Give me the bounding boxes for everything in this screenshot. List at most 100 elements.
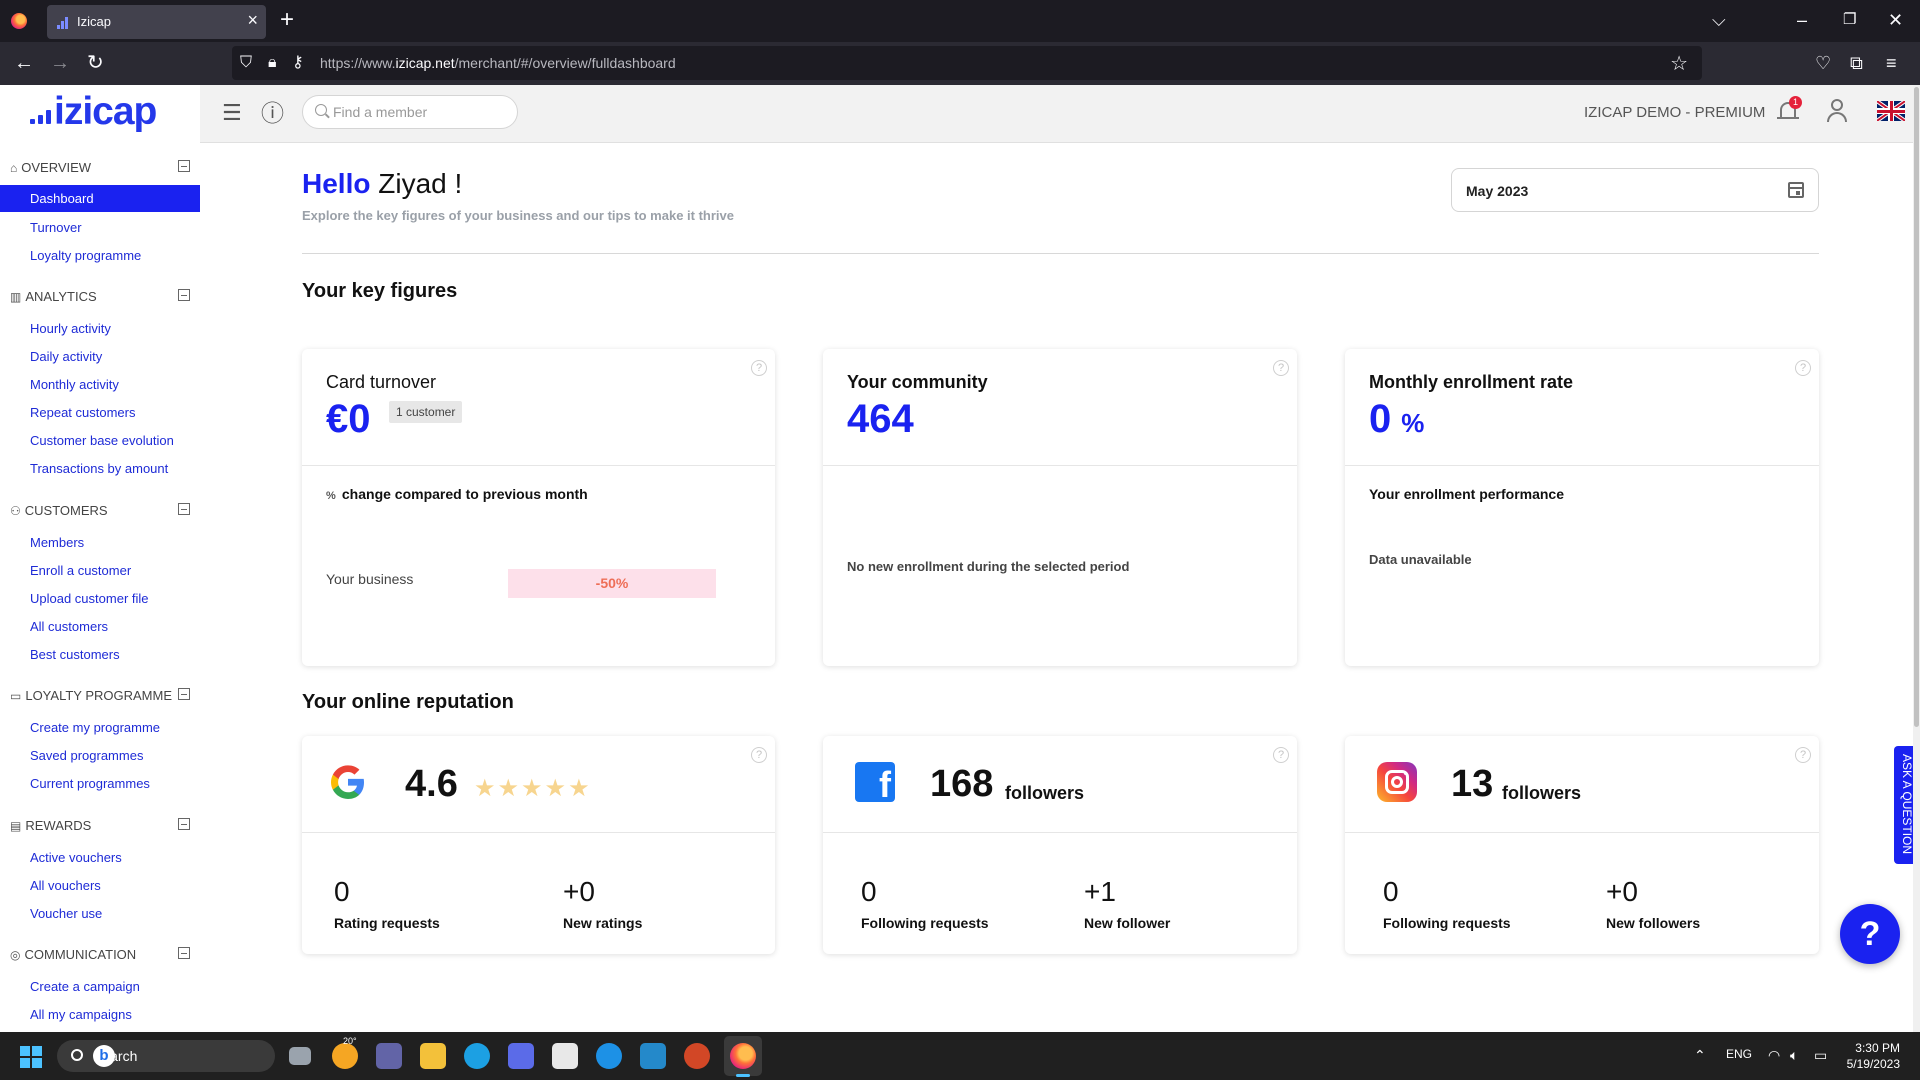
month-picker[interactable]: May 2023 xyxy=(1451,168,1819,212)
back-icon[interactable]: ← xyxy=(14,50,34,76)
volume-icon[interactable]: 🔈︎ xyxy=(1790,1047,1798,1064)
search-input[interactable] xyxy=(333,102,503,122)
sidebar-item-daily-activity[interactable]: Daily activity xyxy=(30,349,102,364)
info-question-icon[interactable]: ? xyxy=(751,747,767,763)
sidebar-section-overview[interactable]: ⌂ OVERVIEW xyxy=(10,160,91,175)
firefox-icon[interactable] xyxy=(11,13,27,29)
sidebar-section-analytics[interactable]: ▥ ANALYTICS xyxy=(10,289,97,304)
list-menu-icon[interactable]: ☰ xyxy=(222,100,242,126)
sidebar-item-enroll-a-customer[interactable]: Enroll a customer xyxy=(30,563,131,578)
collapse-overview-icon[interactable] xyxy=(178,160,190,172)
vscode-icon[interactable] xyxy=(640,1043,666,1069)
info-question-icon[interactable]: ? xyxy=(1273,747,1289,763)
windows-start-icon[interactable] xyxy=(20,1046,42,1068)
url-bar[interactable]: ⛉ 🔒︎ ⚷ https://www.izicap.net/merchant/#… xyxy=(232,46,1702,80)
sidebar-item-all-customers[interactable]: All customers xyxy=(30,619,108,634)
sidebar-item-create-my-programme[interactable]: Create my programme xyxy=(30,720,160,735)
menu-icon[interactable]: ≡ xyxy=(1886,50,1897,76)
extensions-icon[interactable]: ⧉ xyxy=(1850,50,1863,76)
store-icon[interactable] xyxy=(552,1043,578,1069)
browser-tab[interactable]: Izicap × xyxy=(47,5,266,39)
collapse-rewards-icon[interactable] xyxy=(178,818,190,830)
member-search[interactable] xyxy=(302,95,518,129)
notifications-bell-icon[interactable]: 1 xyxy=(1776,96,1802,126)
powerpoint-icon[interactable] xyxy=(684,1043,710,1069)
forward-icon[interactable]: → xyxy=(50,50,70,76)
info-question-icon[interactable]: ? xyxy=(1273,360,1289,376)
language-indicator[interactable]: ENG xyxy=(1726,1047,1752,1061)
sidebar-item-all-vouchers[interactable]: All vouchers xyxy=(30,878,101,893)
weather-icon[interactable] xyxy=(332,1043,358,1069)
sidebar-item-voucher-use[interactable]: Voucher use xyxy=(30,906,102,921)
page-scrollbar[interactable] xyxy=(1913,85,1920,1032)
user-profile-icon[interactable] xyxy=(1825,97,1849,123)
facebook-followers: 168 xyxy=(930,763,994,805)
sidebar-item-current-programmes[interactable]: Current programmes xyxy=(30,776,150,791)
sidebar-item-hourly-activity[interactable]: Hourly activity xyxy=(30,321,111,336)
bookmark-star-icon[interactable]: ☆ xyxy=(1670,51,1688,76)
sidebar-item-turnover[interactable]: Turnover xyxy=(30,220,82,235)
instagram-icon xyxy=(1377,762,1417,802)
following-requests-value: 0 xyxy=(861,876,877,907)
reload-icon[interactable]: ↻ xyxy=(87,50,104,76)
teams-icon[interactable] xyxy=(376,1043,402,1069)
collapse-communication-icon[interactable] xyxy=(178,947,190,959)
sidebar-section-communication[interactable]: ◎ COMMUNICATION xyxy=(10,947,136,962)
collapse-customers-icon[interactable] xyxy=(178,503,190,515)
tab-list-chevron-icon[interactable]: ⌵ xyxy=(1712,8,1726,32)
pocket-icon[interactable]: ♡ xyxy=(1815,50,1831,76)
close-window-icon[interactable]: ✕ xyxy=(1888,8,1903,32)
sidebar-item-dashboard[interactable]: Dashboard xyxy=(0,185,200,212)
scrollbar-thumb[interactable] xyxy=(1914,87,1919,727)
restore-icon[interactable]: ❐ xyxy=(1843,8,1856,32)
taskbar-clock[interactable]: 3:30 PM 5/19/2023 xyxy=(1840,1040,1900,1072)
sidebar-item-best-customers[interactable]: Best customers xyxy=(30,647,120,662)
sidebar-section-customers[interactable]: ⚇ CUSTOMERS xyxy=(10,503,108,518)
sidebar-item-create-a-campaign[interactable]: Create a campaign xyxy=(30,979,140,994)
izicap-logo[interactable]: izicap xyxy=(30,88,170,138)
following-requests-label: Following requests xyxy=(861,915,989,931)
bing-icon[interactable]: b xyxy=(93,1045,115,1067)
url-text[interactable]: https://www.izicap.net/merchant/#/overvi… xyxy=(320,55,676,71)
file-explorer-icon[interactable] xyxy=(420,1043,446,1069)
firefox-taskbar-icon[interactable] xyxy=(730,1043,756,1069)
account-name[interactable]: IZICAP DEMO - PREMIUM xyxy=(1584,104,1765,121)
shield-icon[interactable]: ⛉ xyxy=(240,52,252,74)
notification-badge: 1 xyxy=(1789,96,1802,109)
power-automate-icon[interactable] xyxy=(508,1043,534,1069)
sidebar-item-customer-base-evolution[interactable]: Customer base evolution xyxy=(30,433,174,448)
wifi-icon[interactable]: ◠ xyxy=(1768,1047,1780,1064)
sidebar-item-active-vouchers[interactable]: Active vouchers xyxy=(30,850,122,865)
uk-flag-icon[interactable] xyxy=(1877,101,1905,121)
tray-chevron-up-icon[interactable]: ⌃ xyxy=(1694,1047,1706,1064)
minimize-icon[interactable]: – xyxy=(1797,8,1807,32)
sidebar-item-members[interactable]: Members xyxy=(30,535,84,550)
sidebar-section-loyalty-programme[interactable]: ▭ LOYALTY PROGRAMME xyxy=(10,688,172,703)
sidebar-item-monthly-activity[interactable]: Monthly activity xyxy=(30,377,119,392)
edge-icon[interactable] xyxy=(464,1043,490,1069)
key-icon[interactable]: ⚷ xyxy=(292,52,304,74)
help-circle-icon[interactable]: ⓘ xyxy=(261,100,284,126)
sidebar-item-saved-programmes[interactable]: Saved programmes xyxy=(30,748,143,763)
new-tab-icon[interactable]: + xyxy=(280,6,294,34)
tab-close-icon[interactable]: × xyxy=(247,10,258,30)
month-picker-value[interactable]: May 2023 xyxy=(1466,183,1528,199)
sidebar-item-transactions-by-amount[interactable]: Transactions by amount xyxy=(30,461,168,476)
calendar-icon[interactable] xyxy=(1788,182,1804,198)
battery-icon[interactable]: ▭ xyxy=(1814,1047,1827,1064)
sidebar-item-repeat-customers[interactable]: Repeat customers xyxy=(30,405,136,420)
taskbar-search[interactable]: Search b xyxy=(57,1040,275,1072)
info-question-icon[interactable]: ? xyxy=(1795,360,1811,376)
collapse-analytics-icon[interactable] xyxy=(178,289,190,301)
sidebar-item-all-my-campaigns[interactable]: All my campaigns xyxy=(30,1007,132,1022)
task-view-icon[interactable] xyxy=(289,1047,311,1065)
docker-icon[interactable] xyxy=(596,1043,622,1069)
sidebar-section-rewards[interactable]: ▤ REWARDS xyxy=(10,818,91,833)
info-question-icon[interactable]: ? xyxy=(751,360,767,376)
collapse-loyalty-icon[interactable] xyxy=(178,688,190,700)
info-question-icon[interactable]: ? xyxy=(1795,747,1811,763)
help-question-button[interactable]: ? xyxy=(1840,904,1900,964)
sidebar-item-loyalty-programme[interactable]: Loyalty programme xyxy=(30,248,141,263)
lock-icon[interactable]: 🔒︎ xyxy=(268,52,277,74)
sidebar-item-upload-customer-file[interactable]: Upload customer file xyxy=(30,591,149,606)
